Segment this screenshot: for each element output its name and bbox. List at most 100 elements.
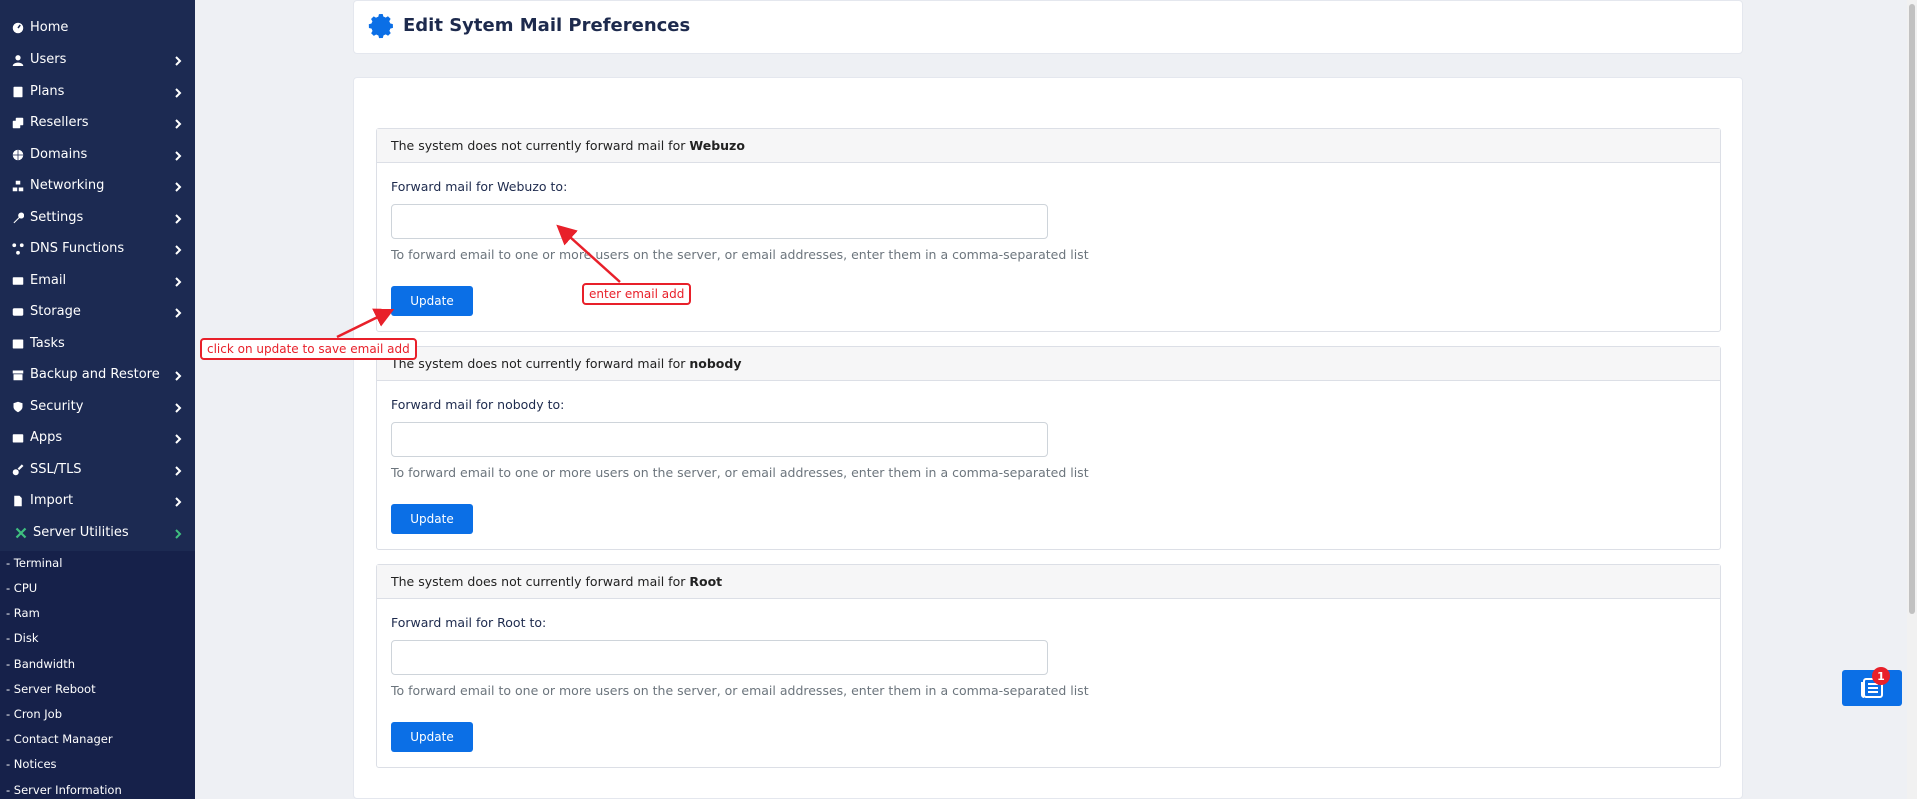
forward-email-input[interactable]: [391, 422, 1048, 457]
sidebar-item-label: Plans: [30, 84, 65, 99]
chevron-right-icon: [173, 276, 183, 287]
sidebar-item-import[interactable]: Import: [0, 485, 195, 516]
sidebar-item-label: Domains: [30, 147, 88, 162]
submenu-item-cpu[interactable]: - CPU: [6, 581, 37, 595]
sidebar-item-apps[interactable]: Apps: [0, 422, 195, 453]
update-button[interactable]: Update: [391, 722, 473, 752]
sidebar-item-settings[interactable]: Settings: [0, 202, 195, 233]
chevron-right-icon: [173, 55, 183, 66]
chevron-right-icon: [173, 181, 183, 192]
sidebar-item-label: Apps: [30, 430, 63, 445]
submenu-item-ram[interactable]: - Ram: [6, 606, 40, 620]
submenu-item-contact-manager[interactable]: - Contact Manager: [6, 732, 113, 746]
sidebar-item-storage[interactable]: Storage: [0, 296, 195, 327]
network-icon: [11, 179, 24, 192]
sidebar-item-label: Server Utilities: [33, 525, 129, 540]
forward-label: Forward mail for Webuzo to:: [391, 179, 568, 194]
dns-icon: [11, 242, 24, 255]
chevron-right-icon: [173, 496, 183, 507]
scrollbar-thumb[interactable]: [1909, 4, 1915, 614]
copy-icon: [11, 116, 24, 129]
sidebar-item-label: Tasks: [30, 336, 65, 351]
chevron-right-icon: [173, 150, 183, 161]
section-header-text: The system does not currently forward ma…: [391, 574, 686, 589]
sidebar-item-backup-and-restore[interactable]: Backup and Restore: [0, 359, 195, 390]
page-title: Edit Sytem Mail Preferences: [403, 15, 691, 36]
section-header-text: The system does not currently forward ma…: [391, 356, 686, 371]
sidebar-item-users[interactable]: Users: [0, 44, 195, 75]
chevron-right-icon: [173, 244, 183, 255]
server-utilities-submenu: - Terminal - CPU - Ram - Disk - Bandwidt…: [0, 551, 195, 799]
book-icon: [11, 85, 24, 98]
sidebar-item-tasks[interactable]: Tasks: [0, 328, 195, 359]
tools-icon: [14, 526, 27, 539]
sidebar-item-label: Users: [30, 52, 67, 67]
submenu-item-server-information[interactable]: - Server Information: [6, 783, 122, 797]
gear-icon: [368, 13, 393, 39]
sidebar-item-networking[interactable]: Networking: [0, 170, 195, 201]
forward-section-webuzo: The system does not currently forward ma…: [376, 128, 1721, 332]
submenu-item-notices[interactable]: - Notices: [6, 757, 57, 771]
forward-label: Forward mail for nobody to:: [391, 397, 565, 412]
help-text: To forward email to one or more users on…: [391, 683, 1089, 698]
chevron-right-icon: [173, 465, 183, 476]
sidebar-item-email[interactable]: Email: [0, 265, 195, 296]
section-header-name: Root: [689, 574, 723, 589]
sidebar-item-label: SSL/TLS: [30, 462, 82, 477]
globe-icon: [11, 148, 24, 161]
archive-icon: [11, 368, 24, 381]
section-header: The system does not currently forward ma…: [377, 565, 1720, 599]
update-button[interactable]: Update: [391, 504, 473, 534]
sidebar-item-server-utilities[interactable]: Server Utilities: [0, 517, 195, 548]
sidebar-item-domains[interactable]: Domains: [0, 139, 195, 170]
key-icon: [11, 463, 24, 476]
submenu-item-disk[interactable]: - Disk: [6, 631, 39, 645]
help-text: To forward email to one or more users on…: [391, 465, 1089, 480]
import-icon: [11, 494, 24, 507]
update-button[interactable]: Update: [391, 286, 473, 316]
notification-badge: 1: [1872, 667, 1890, 685]
sidebar-item-label: Email: [30, 273, 67, 288]
sidebar-item-label: Security: [30, 399, 84, 414]
sidebar: Home Users Plans Resellers Domains Netwo…: [0, 0, 195, 799]
sidebar-item-resellers[interactable]: Resellers: [0, 107, 195, 138]
chevron-right-icon: [173, 87, 183, 98]
dashboard-icon: [11, 21, 24, 34]
apps-icon: [11, 431, 24, 444]
sidebar-item-plans[interactable]: Plans: [0, 76, 195, 107]
sidebar-item-label: Settings: [30, 210, 84, 225]
forward-section-nobody: The system does not currently forward ma…: [376, 346, 1721, 550]
chevron-right-icon: [173, 118, 183, 129]
chevron-right-icon: [173, 370, 183, 381]
sidebar-item-dns-functions[interactable]: DNS Functions: [0, 233, 195, 264]
tasks-icon: [11, 337, 24, 350]
sidebar-item-label: Backup and Restore: [30, 367, 160, 382]
forward-email-input[interactable]: [391, 640, 1048, 675]
section-header-name: Webuzo: [689, 138, 745, 153]
forward-email-input[interactable]: [391, 204, 1048, 239]
sidebar-item-security[interactable]: Security: [0, 391, 195, 422]
chevron-right-icon: [173, 213, 183, 224]
submenu-item-terminal[interactable]: - Terminal: [6, 556, 62, 570]
section-header-name: nobody: [689, 356, 742, 371]
user-icon: [11, 53, 24, 66]
annotation-click-update: click on update to save email add: [200, 338, 417, 360]
chevron-right-icon: [173, 402, 183, 413]
sidebar-item-label: DNS Functions: [30, 241, 125, 256]
sidebar-item-label: Storage: [30, 304, 81, 319]
forward-section-root: The system does not currently forward ma…: [376, 564, 1721, 768]
shield-icon: [11, 400, 24, 413]
section-header-text: The system does not currently forward ma…: [391, 138, 686, 153]
help-text: To forward email to one or more users on…: [391, 247, 1089, 262]
sidebar-item-label: Networking: [30, 178, 105, 193]
forward-label: Forward mail for Root to:: [391, 615, 547, 630]
sidebar-item-ssl-tls[interactable]: SSL/TLS: [0, 454, 195, 485]
sidebar-item-label: Import: [30, 493, 74, 508]
sidebar-item-label: Resellers: [30, 115, 89, 130]
submenu-item-bandwidth[interactable]: - Bandwidth: [6, 657, 75, 671]
sidebar-item-home[interactable]: Home: [0, 12, 195, 43]
wrench-icon: [11, 211, 24, 224]
submenu-item-cron-job[interactable]: - Cron Job: [6, 707, 62, 721]
submenu-item-server-reboot[interactable]: - Server Reboot: [6, 682, 96, 696]
sidebar-item-label: Home: [30, 20, 69, 35]
